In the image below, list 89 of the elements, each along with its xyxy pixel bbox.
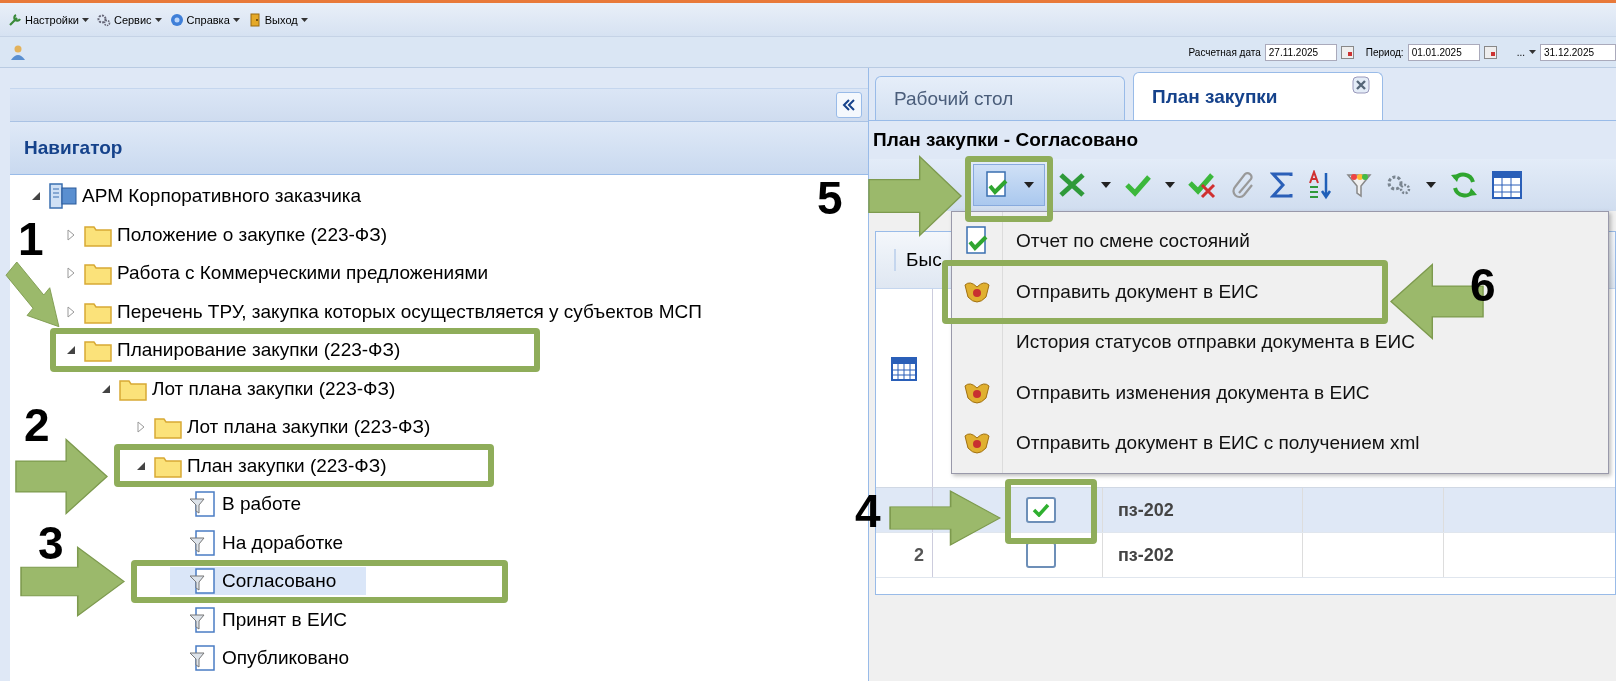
double-chevron-icon bbox=[842, 99, 856, 111]
menu-item[interactable]: Отправить изменения документа в ЕИС bbox=[952, 372, 1380, 413]
door-icon bbox=[247, 12, 262, 27]
refresh-icon[interactable] bbox=[1449, 170, 1479, 200]
caret-icon[interactable] bbox=[1426, 182, 1436, 188]
help-icon bbox=[169, 12, 184, 27]
table-cell: пз-202 bbox=[1118, 544, 1174, 566]
tree-item[interactable]: АРМ Корпоративного заказчика bbox=[30, 182, 392, 211]
tree-item[interactable]: В работе bbox=[170, 490, 332, 519]
calendar-icon[interactable] bbox=[1483, 45, 1497, 59]
filtered-document-icon bbox=[188, 490, 218, 519]
checkbox[interactable] bbox=[1026, 497, 1056, 523]
sort-icon[interactable] bbox=[1307, 170, 1333, 200]
tree-item[interactable]: Положение о закупке (223-ФЗ) bbox=[65, 220, 418, 249]
table-icon[interactable] bbox=[1492, 171, 1522, 199]
period-mode-button[interactable]: ... bbox=[1508, 46, 1525, 58]
wrench-icon bbox=[8, 12, 22, 27]
panel-title: План закупки - Согласовано bbox=[869, 121, 1616, 159]
menu-item[interactable]: История статусов отправки документа в ЕИС bbox=[952, 322, 1425, 363]
menu-item[interactable]: Отправить документ в ЕИС bbox=[952, 271, 1269, 312]
collapse-button[interactable] bbox=[836, 92, 862, 118]
table-cell: пз-202 bbox=[1118, 499, 1174, 521]
menu-item[interactable]: Отправить документ в ЕИС с получением xml bbox=[952, 423, 1430, 464]
tree-item[interactable]: Принят в ЕИС bbox=[170, 605, 378, 634]
tree-item[interactable]: Лот плана закупки (223-ФЗ) bbox=[135, 413, 461, 442]
caret-icon bbox=[1529, 50, 1536, 54]
document-check-icon bbox=[964, 226, 990, 257]
funnel-icon[interactable] bbox=[1346, 171, 1372, 199]
step-number: 1 bbox=[18, 216, 44, 262]
navigator-title: Навигатор bbox=[24, 137, 123, 159]
uncheck-icon[interactable] bbox=[1188, 171, 1218, 199]
filtered-document-icon bbox=[188, 528, 218, 557]
step-number: 2 bbox=[24, 402, 50, 448]
collapsed-triangle-icon[interactable] bbox=[65, 305, 77, 318]
expanded-triangle-icon[interactable] bbox=[30, 190, 42, 203]
menu-item[interactable]: Выход bbox=[247, 12, 308, 27]
tree-item[interactable]: На доработке bbox=[170, 528, 374, 557]
menu-item[interactable]: Справка bbox=[169, 12, 240, 27]
tab[interactable]: План закупки bbox=[1133, 72, 1383, 120]
document-check-icon bbox=[984, 171, 1010, 199]
date-field[interactable]: 31.12.2025 bbox=[1540, 43, 1616, 61]
calendar-icon[interactable] bbox=[891, 357, 917, 381]
date-field[interactable]: 01.01.2025 bbox=[1407, 43, 1480, 61]
row-number: 2 bbox=[914, 544, 924, 566]
caret-icon[interactable] bbox=[1165, 182, 1175, 188]
check-icon[interactable] bbox=[1124, 173, 1152, 197]
tree-item[interactable]: План закупки (223-ФЗ) bbox=[135, 451, 417, 480]
date-field[interactable]: 27.11.2025 bbox=[1264, 43, 1337, 61]
menu-item[interactable]: Отчет по смене состояний bbox=[952, 221, 1260, 262]
caret-icon bbox=[81, 17, 89, 22]
close-icon[interactable] bbox=[1352, 76, 1370, 94]
step-number: 5 bbox=[817, 175, 843, 221]
filtered-document-icon bbox=[188, 644, 218, 673]
gears-icon bbox=[96, 12, 111, 27]
menu-item[interactable]: Настройки bbox=[8, 12, 89, 27]
expanded-triangle-icon[interactable] bbox=[65, 344, 77, 357]
arrow-drawing bbox=[6, 262, 60, 328]
checkbox[interactable] bbox=[1026, 542, 1056, 568]
tree-item[interactable]: Работа с Коммерческими предложениями bbox=[65, 259, 519, 288]
sum-icon[interactable] bbox=[1270, 172, 1294, 198]
collapsed-triangle-icon[interactable] bbox=[135, 421, 147, 434]
caret-icon bbox=[1024, 182, 1034, 188]
state-change-button[interactable] bbox=[973, 164, 1045, 206]
filtered-document-icon bbox=[188, 567, 218, 596]
tree-item[interactable]: Перечень ТРУ, закупка которых осуществляется у субъектов МСП bbox=[65, 297, 732, 326]
caret-icon bbox=[300, 17, 308, 22]
period-label: Период: bbox=[1365, 46, 1404, 58]
calendar-icon[interactable] bbox=[1340, 45, 1354, 59]
step-number: 6 bbox=[1470, 262, 1496, 308]
check-icon bbox=[1032, 503, 1050, 517]
tree-item[interactable]: Согласовано bbox=[170, 567, 367, 596]
collapsed-triangle-icon[interactable] bbox=[65, 267, 77, 280]
gears-icon[interactable] bbox=[1385, 173, 1413, 197]
tree-item[interactable]: Планирование закупки (223-ФЗ) bbox=[65, 336, 431, 365]
computer-icon bbox=[48, 182, 78, 211]
table-row[interactable]: 2 пз-202 bbox=[876, 533, 1615, 578]
caret-icon bbox=[232, 17, 240, 22]
calc-date-label: Расчетная дата bbox=[1188, 46, 1261, 58]
user-icon[interactable] bbox=[10, 44, 26, 60]
collapsed-triangle-icon[interactable] bbox=[65, 228, 77, 241]
tree-item[interactable]: Опубликовано bbox=[170, 644, 380, 673]
caret-icon[interactable] bbox=[1101, 182, 1111, 188]
caret-icon bbox=[154, 17, 162, 22]
filtered-document-icon bbox=[188, 605, 218, 634]
step-number: 3 bbox=[38, 520, 64, 566]
column-header[interactable]: Быс bbox=[894, 249, 942, 271]
tree-item[interactable]: Лот плана закупки (223-ФЗ) bbox=[100, 374, 426, 403]
menu-item[interactable]: Сервис bbox=[96, 12, 162, 27]
tab[interactable]: Рабочий стол bbox=[875, 76, 1125, 120]
